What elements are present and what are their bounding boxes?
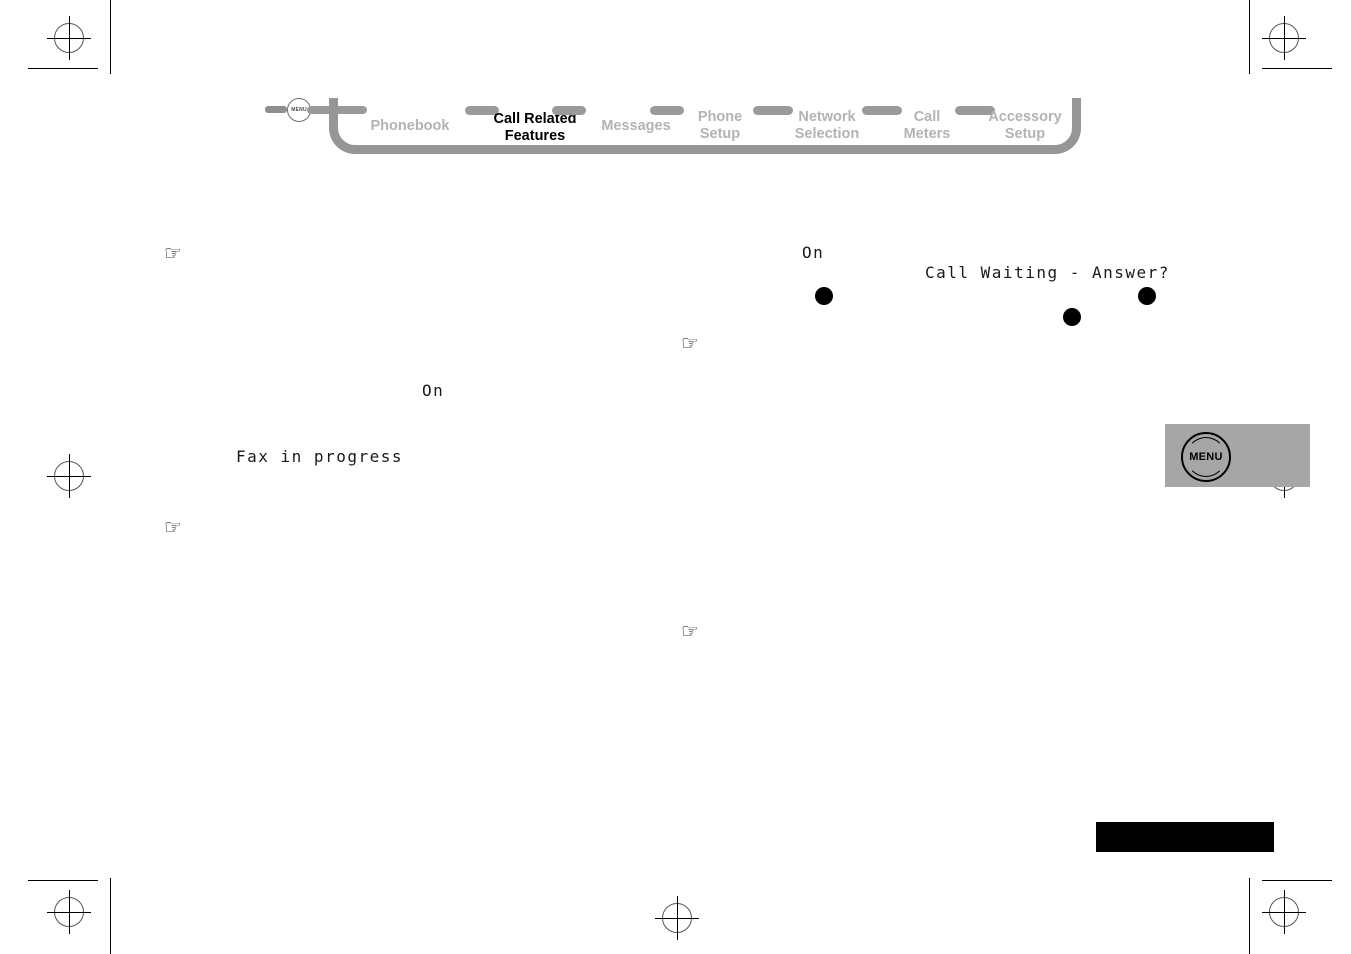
nav-track-stub-left: [329, 98, 338, 112]
nav-item-label: Call Meters: [903, 109, 951, 142]
menu-navigation-breadcrumb: MENU Phonebook Call Related Features Mes…: [265, 88, 1095, 158]
bullet-marker: [1138, 287, 1156, 305]
menu-button-callout: MENU: [1165, 424, 1310, 487]
registration-mark-mid-left: [47, 454, 91, 498]
registration-mark-bottom-left: [47, 890, 91, 934]
nav-item-label: Messages: [601, 118, 671, 134]
nav-item-label: Phone Setup: [697, 109, 743, 142]
trim-line-left-top: [110, 0, 111, 74]
menu-button[interactable]: MENU: [1181, 432, 1231, 482]
nav-item-accessory-setup[interactable]: Accessory Setup: [973, 92, 1077, 143]
pointing-hand-icon: ☞: [164, 241, 182, 265]
lcd-text-on-left: On: [422, 381, 445, 400]
pointing-hand-icon: ☞: [164, 515, 182, 539]
nav-item-phone-setup[interactable]: Phone Setup: [677, 92, 763, 143]
nav-item-network-selection[interactable]: Network Selection: [777, 92, 877, 143]
menu-icon-label: MENU: [291, 107, 307, 113]
manual-page: MENU Phonebook Call Related Features Mes…: [0, 0, 1351, 954]
registration-mark-bottom-right: [1262, 890, 1306, 934]
pointing-hand-icon: ☞: [681, 331, 699, 355]
nav-item-call-meters[interactable]: Call Meters: [885, 92, 969, 143]
lcd-text-call-waiting-answer: Call Waiting - Answer?: [925, 263, 1170, 282]
trim-line-top-right: [1262, 68, 1332, 69]
nav-item-label: Phonebook: [370, 118, 450, 134]
registration-mark-bottom-center: [655, 896, 699, 940]
nav-item-call-related-features[interactable]: Call Related Features: [465, 94, 605, 145]
nav-item-label: Call Related Features: [493, 111, 577, 144]
nav-lead-segment: [265, 106, 287, 113]
registration-mark-top-left: [47, 16, 91, 60]
bullet-marker: [1063, 308, 1081, 326]
trim-line-right-bottom: [1249, 878, 1250, 954]
nav-connector-2: [552, 106, 586, 115]
pointing-hand-icon: ☞: [681, 619, 699, 643]
trim-line-bottom-right: [1262, 880, 1332, 881]
trim-line-right-top: [1249, 0, 1250, 74]
trim-line-top-left: [28, 68, 98, 69]
registration-mark-top-right: [1262, 16, 1306, 60]
menu-button-label: MENU: [1189, 451, 1223, 463]
trim-line-left-bottom: [110, 878, 111, 954]
lcd-text-on-right: On: [802, 243, 825, 262]
bullet-marker: [815, 287, 833, 305]
trim-line-bottom-left: [28, 880, 98, 881]
nav-item-label: Accessory Setup: [988, 109, 1062, 142]
lcd-text-fax-in-progress: Fax in progress: [236, 447, 403, 466]
nav-item-phonebook[interactable]: Phonebook: [360, 101, 460, 135]
page-footer-bar: [1096, 822, 1274, 852]
nav-item-label: Network Selection: [794, 109, 860, 142]
